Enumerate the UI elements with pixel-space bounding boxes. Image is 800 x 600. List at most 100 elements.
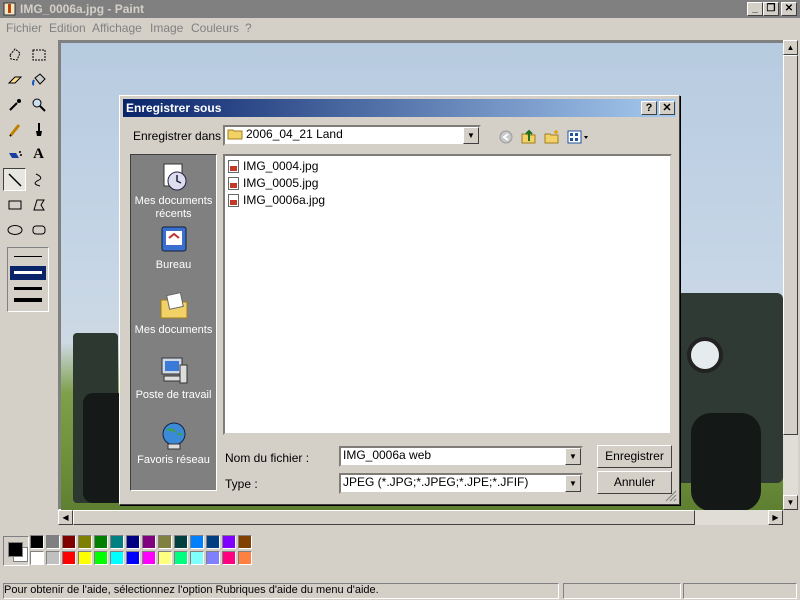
dialog-help-button[interactable]: ?	[641, 101, 657, 115]
place-desktop[interactable]: Bureau	[131, 225, 216, 272]
file-type-dropdown-button[interactable]: ▼	[565, 475, 581, 492]
file-item[interactable]: IMG_0005.jpg	[228, 175, 318, 191]
scroll-down-button[interactable]: ▼	[783, 495, 798, 510]
save-in-dropdown[interactable]: 2006_04_21 Land ▼	[223, 125, 481, 146]
curve-tool[interactable]	[27, 168, 50, 191]
line-width-4[interactable]	[14, 298, 42, 302]
close-button[interactable]: ✕	[781, 2, 797, 16]
close-icon: ✕	[662, 102, 672, 114]
rect-select-tool[interactable]	[27, 43, 50, 66]
foreground-color-swatch[interactable]	[8, 542, 23, 557]
views-menu-icon[interactable]	[567, 129, 591, 145]
vertical-scrollbar[interactable]: ▲ ▼	[783, 40, 798, 510]
resize-grip-icon[interactable]	[665, 490, 677, 502]
color-swatch[interactable]	[126, 535, 140, 549]
color-swatch[interactable]	[190, 535, 204, 549]
place-network[interactable]: Favoris réseau	[131, 420, 216, 467]
line-width-3[interactable]	[14, 287, 42, 290]
color-swatch[interactable]	[110, 551, 124, 565]
rounded-rectangle-tool[interactable]	[27, 218, 50, 241]
minimize-button[interactable]: _	[747, 2, 763, 16]
file-type-select[interactable]: JPEG (*.JPG;*.JPEG;*.JPE;*.JFIF) ▼	[339, 473, 583, 494]
menu-image[interactable]: Image	[150, 21, 183, 35]
new-folder-icon[interactable]	[543, 129, 561, 145]
vertical-scroll-thumb[interactable]	[783, 55, 798, 435]
paint-app-icon[interactable]	[3, 2, 16, 16]
filename-dropdown-button[interactable]: ▼	[565, 448, 581, 465]
color-swatch[interactable]	[94, 551, 108, 565]
color-swatch[interactable]	[190, 551, 204, 565]
color-swatch[interactable]	[78, 551, 92, 565]
line-tool[interactable]	[3, 168, 26, 191]
color-swatch[interactable]	[206, 551, 220, 565]
airbrush-tool[interactable]	[3, 143, 26, 166]
file-item[interactable]: IMG_0004.jpg	[228, 158, 318, 174]
free-select-tool[interactable]	[3, 43, 26, 66]
line-width-2-selected[interactable]	[10, 266, 46, 280]
scroll-up-button[interactable]: ▲	[783, 40, 798, 55]
save-in-dropdown-button[interactable]: ▼	[463, 127, 479, 144]
scroll-right-button[interactable]: ▶	[768, 510, 783, 525]
color-swatch[interactable]	[94, 535, 108, 549]
color-swatch[interactable]	[206, 535, 220, 549]
pencil-tool[interactable]	[3, 118, 26, 141]
horizontal-scroll-thumb[interactable]	[73, 510, 695, 525]
window-title-bar: IMG_0006a.jpg - Paint _ ❐ ✕	[0, 0, 800, 18]
color-swatch[interactable]	[238, 551, 252, 565]
color-swatch[interactable]	[46, 551, 60, 565]
color-swatch[interactable]	[78, 535, 92, 549]
line-width-1[interactable]	[14, 256, 42, 257]
color-swatch[interactable]	[238, 535, 252, 549]
brush-tool[interactable]	[27, 118, 50, 141]
back-icon[interactable]	[497, 129, 515, 145]
place-my-documents[interactable]: Mes documents	[131, 290, 216, 337]
up-folder-icon[interactable]	[520, 129, 538, 145]
menu-edition[interactable]: Edition	[49, 21, 86, 35]
cancel-button[interactable]: Annuler	[597, 471, 672, 494]
text-tool[interactable]: A	[27, 143, 50, 166]
place-label: Mes documents récents	[134, 195, 213, 220]
dialog-close-button[interactable]: ✕	[659, 101, 675, 115]
color-swatch[interactable]	[62, 535, 76, 549]
color-swatch[interactable]	[222, 535, 236, 549]
filename-input[interactable]: IMG_0006a web ▼	[339, 446, 583, 467]
file-item[interactable]: IMG_0006a.jpg	[228, 192, 325, 208]
color-swatch[interactable]	[142, 535, 156, 549]
rounded-rectangle-icon	[32, 225, 45, 234]
color-picker-tool[interactable]	[3, 93, 26, 116]
color-swatch[interactable]	[126, 551, 140, 565]
color-swatch[interactable]	[30, 535, 44, 549]
rectangle-tool[interactable]	[3, 193, 26, 216]
color-swatch[interactable]	[62, 551, 76, 565]
color-swatch[interactable]	[30, 551, 44, 565]
place-recent-documents[interactable]: Mes documents récents	[131, 161, 216, 221]
horizontal-scrollbar[interactable]: ◀ ▶	[58, 510, 783, 525]
file-name: IMG_0005.jpg	[243, 176, 319, 190]
menu-affichage[interactable]: Affichage	[92, 21, 142, 35]
curve-icon	[34, 173, 41, 186]
restore-button[interactable]: ❐	[763, 2, 779, 16]
recent-documents-icon	[158, 161, 190, 193]
color-swatch[interactable]	[110, 535, 124, 549]
color-swatch[interactable]	[174, 551, 188, 565]
save-button[interactable]: Enregistrer	[597, 445, 672, 468]
menu-fichier[interactable]: Fichier	[6, 21, 42, 35]
file-list[interactable]: IMG_0004.jpg IMG_0005.jpg IMG_0006a.jpg	[223, 154, 672, 435]
eraser-tool[interactable]	[3, 68, 26, 91]
arrow-right-icon: ▶	[772, 513, 779, 522]
color-swatch[interactable]	[46, 535, 60, 549]
color-swatch[interactable]	[222, 551, 236, 565]
color-swatch[interactable]	[174, 535, 188, 549]
scroll-left-button[interactable]: ◀	[58, 510, 73, 525]
status-text: Pour obtenir de l'aide, sélectionnez l'o…	[3, 583, 559, 599]
color-swatch[interactable]	[158, 535, 172, 549]
color-swatch[interactable]	[158, 551, 172, 565]
magnifier-tool[interactable]	[27, 93, 50, 116]
menu-help[interactable]: ?	[245, 21, 252, 35]
polygon-tool[interactable]	[27, 193, 50, 216]
menu-couleurs[interactable]: Couleurs	[191, 21, 239, 35]
color-swatch[interactable]	[142, 551, 156, 565]
place-my-computer[interactable]: Poste de travail	[131, 355, 216, 402]
fill-tool[interactable]	[27, 68, 50, 91]
ellipse-tool[interactable]	[3, 218, 26, 241]
